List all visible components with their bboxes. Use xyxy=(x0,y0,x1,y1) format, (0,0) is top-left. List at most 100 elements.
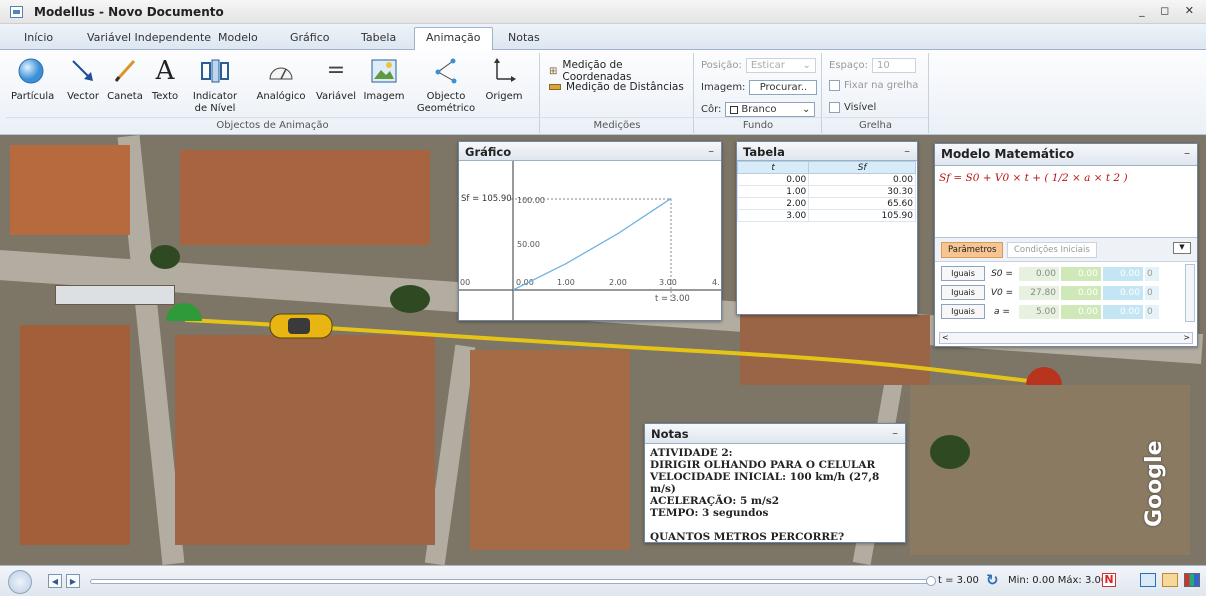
equals-icon: = xyxy=(326,58,346,83)
param-value[interactable]: 27.80 xyxy=(1019,285,1059,300)
param-value[interactable]: 0.00 xyxy=(1061,266,1101,281)
step-back-icon[interactable]: ◀ xyxy=(48,574,62,588)
procurar-button[interactable]: Procurar.. xyxy=(749,80,818,95)
param-value[interactable]: 5.00 xyxy=(1019,304,1059,319)
tab-inicio[interactable]: Início xyxy=(24,31,53,44)
tool-origem[interactable]: Origem xyxy=(482,57,526,103)
step-forward-icon[interactable]: ▶ xyxy=(66,574,80,588)
tool-imagem[interactable]: Imagem xyxy=(361,57,407,103)
ribbon-tabs: Início Variável Independente Modelo Gráf… xyxy=(0,24,1206,51)
geometric-object-icon xyxy=(435,58,457,84)
param-value[interactable]: 0.00 xyxy=(1061,285,1101,300)
group-grelha: Espaço: 10 Fixar na grelha Visível Grelh… xyxy=(823,53,929,133)
panel-dropdown-button[interactable]: ▼ xyxy=(1173,242,1191,254)
tool-particula[interactable]: Partícula xyxy=(11,57,54,103)
fixar-grelha-checkbox[interactable] xyxy=(829,80,840,91)
particle-icon xyxy=(18,58,44,84)
param-value[interactable]: 0 xyxy=(1145,266,1159,281)
group-label-objectos: Objectos de Animação xyxy=(6,117,539,131)
vector-arrow-icon xyxy=(72,60,93,81)
minimize-button[interactable]: – xyxy=(708,144,714,158)
tabela-title: Tabela xyxy=(743,145,785,159)
x-tick-label: 4. xyxy=(712,278,720,287)
medicao-coordenadas-button[interactable]: ⊞ Medição de Coordenadas xyxy=(549,59,693,83)
scroll-left-icon: < xyxy=(942,333,949,342)
spacing-input[interactable]: 10 xyxy=(872,58,916,73)
minimize-button[interactable]: – xyxy=(892,426,898,440)
distance-ruler-icon xyxy=(549,84,561,90)
param-row: Iguais V0 = 27.80 0.00 0.00 0 xyxy=(941,285,1159,300)
tab-variavel-independente[interactable]: Variável Independente xyxy=(87,31,211,44)
y-tick-label: 100.00 xyxy=(517,196,545,205)
vertical-scrollbar[interactable] xyxy=(1185,264,1195,322)
color-select[interactable]: Branco ⌄ xyxy=(725,102,816,117)
table-row: 0.00 0.00 xyxy=(736,173,916,186)
grid-icon[interactable] xyxy=(1184,573,1200,587)
param-value[interactable]: 0 xyxy=(1145,304,1159,319)
medicao-distancias-button[interactable]: Medição de Distâncias xyxy=(549,81,684,93)
x-tick-label: 0.00 xyxy=(516,278,534,287)
layout-icon[interactable] xyxy=(1140,573,1156,587)
tool-variavel[interactable]: = Variável xyxy=(315,57,357,103)
tab-modelo[interactable]: Modelo xyxy=(218,31,258,44)
window-icon[interactable] xyxy=(1162,573,1178,587)
equation-editor[interactable]: Sf = S0 + V0 × t + ( 1/2 × a × t 2 ) xyxy=(935,166,1197,238)
table-header-sf: Sf xyxy=(808,161,916,174)
tab-notas[interactable]: Notas xyxy=(508,31,540,44)
param-value[interactable]: 0.00 xyxy=(1103,285,1143,300)
tab-grafico[interactable]: Gráfico xyxy=(290,31,330,44)
tab-animacao[interactable]: Animação xyxy=(414,27,493,51)
tool-texto[interactable]: A Texto xyxy=(148,57,182,103)
parametros-tab[interactable]: Parâmetros xyxy=(941,242,1004,258)
y-tick-label: 50.00 xyxy=(517,240,540,249)
play-button[interactable] xyxy=(8,570,32,594)
origin-axes-icon xyxy=(494,58,516,82)
tool-analogico[interactable]: Analógico xyxy=(256,57,306,103)
position-select[interactable]: Esticar ⌄ xyxy=(745,58,816,73)
tool-vector[interactable]: Vector xyxy=(63,57,103,103)
group-label-fundo: Fundo xyxy=(695,117,821,131)
tool-indicator-nivel[interactable]: Indicator de Nível xyxy=(191,57,239,115)
y-marker-label: Sf = 105.90 xyxy=(461,194,512,204)
tool-objecto-geometrico[interactable]: Objecto Geométrico xyxy=(416,57,476,115)
horizontal-scrollbar[interactable]: < > xyxy=(939,332,1193,344)
car-icon[interactable] xyxy=(268,311,336,341)
table-row: 2.00 65.60 xyxy=(736,197,916,210)
condicoes-iniciais-tab[interactable]: Condições Iniciais xyxy=(1007,242,1097,258)
grafico-window[interactable]: Gráfico – Sf = 105.90 100.00 50.00 00 0.0… xyxy=(458,141,722,321)
tab-tabela[interactable]: Tabela xyxy=(361,31,396,44)
visivel-checkbox[interactable] xyxy=(829,102,840,113)
param-value[interactable]: 0.00 xyxy=(1019,266,1059,281)
tabela-window[interactable]: Tabela – t Sf 0.00 0.00 1.00 30.30 2.00 65.6… xyxy=(736,141,918,315)
iguais-button[interactable]: Iguais xyxy=(941,266,985,281)
time-slider-thumb[interactable] xyxy=(926,576,936,586)
param-value[interactable]: 0.00 xyxy=(1103,266,1143,281)
animation-canvas[interactable]: Google Gráfico – Sf = 105.90 100.00 50.00… xyxy=(0,135,1206,565)
start-marker xyxy=(166,303,202,321)
group-medicoes: ⊞ Medição de Coordenadas Medição de Dist… xyxy=(541,53,694,133)
window-controls[interactable]: _ ◻ ✕ xyxy=(1139,4,1200,17)
param-value[interactable]: 0 xyxy=(1145,285,1159,300)
text-A-icon: A xyxy=(155,56,175,86)
x-tick-label: 2.00 xyxy=(609,278,627,287)
ribbon: Partícula Vector Caneta A Texto Indicato… xyxy=(0,50,1206,135)
modelo-matematico-window[interactable]: Modelo Matemático – Sf = S0 + V0 × t + ( … xyxy=(934,143,1198,347)
iguais-button[interactable]: Iguais xyxy=(941,285,985,300)
refresh-icon[interactable]: ↻ xyxy=(986,571,999,589)
param-value[interactable]: 0.00 xyxy=(1103,304,1143,319)
grafico-title: Gráfico xyxy=(465,145,512,159)
minimize-button[interactable]: – xyxy=(904,144,910,158)
minimize-button[interactable]: – xyxy=(1184,146,1190,160)
scroll-right-icon: > xyxy=(1183,333,1190,342)
stop-marker-icon[interactable]: N xyxy=(1102,573,1116,587)
param-value[interactable]: 0.00 xyxy=(1061,304,1101,319)
playback-bar: ◀ ▶ t = 3.00 ↻ Min: 0.00 Máx: 3.00 N xyxy=(0,565,1206,596)
t-label: t = 3.00 xyxy=(655,294,690,304)
time-slider[interactable] xyxy=(90,579,930,584)
tool-caneta[interactable]: Caneta xyxy=(105,57,145,103)
data-table: t Sf 0.00 0.00 1.00 30.30 2.00 65.60 3.00 10… xyxy=(736,161,916,222)
iguais-button[interactable]: Iguais xyxy=(941,304,985,319)
notas-text[interactable]: ATIVIDADE 2: DIRIGIR OLHANDO PARA O CELU… xyxy=(645,444,905,546)
notas-window[interactable]: Notas – ATIVIDADE 2: DIRIGIR OLHANDO PARA… xyxy=(644,423,906,543)
group-label-medicoes: Medições xyxy=(541,117,693,131)
